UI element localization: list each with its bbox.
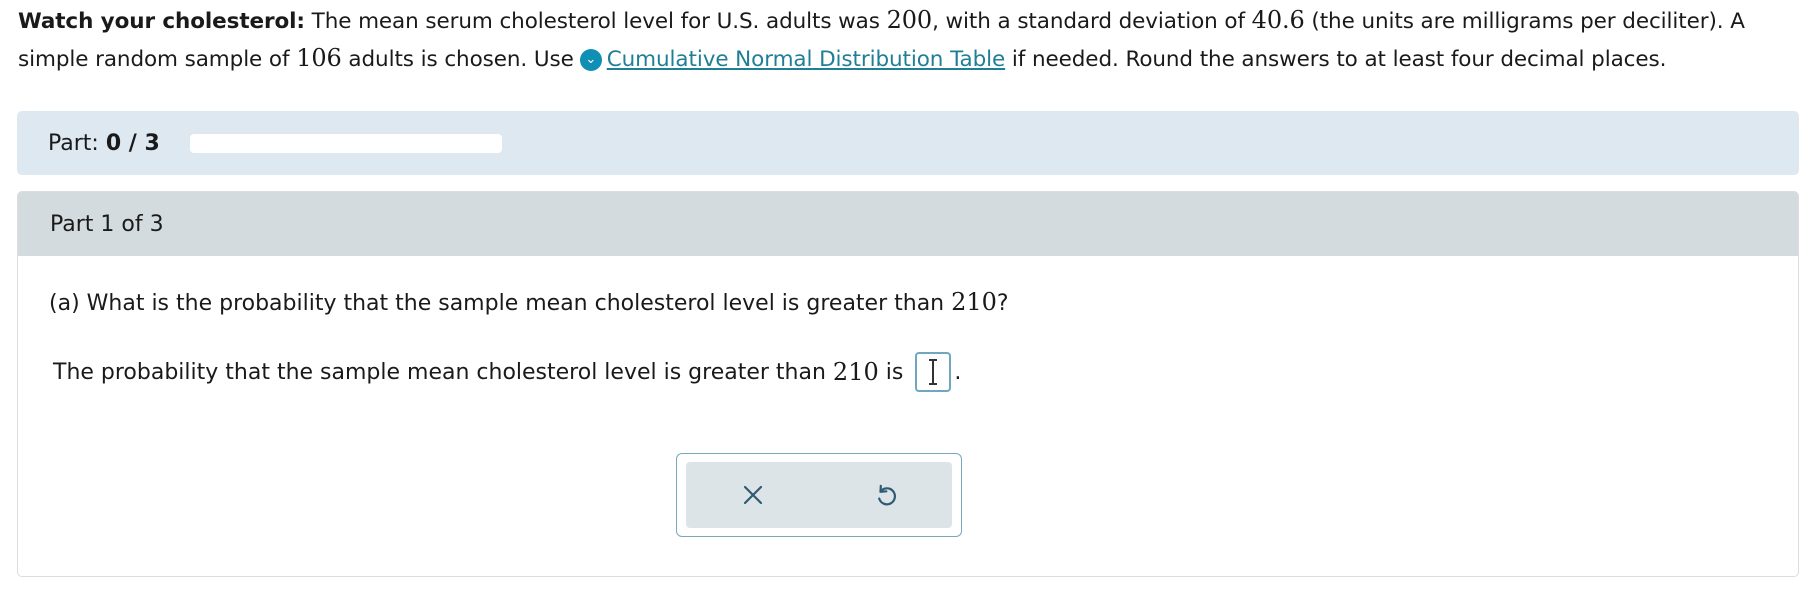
undo-icon [877,484,896,506]
question-value: 210 [951,288,997,316]
close-icon [743,485,762,505]
mean-value: 200 [886,6,933,34]
answer-prefix: The probability that the sample mean cho… [53,359,833,385]
answer-input[interactable] [915,352,952,392]
undo-button[interactable] [866,475,906,515]
question-text: (a) What is the probability that the sam… [49,288,1009,316]
problem-text-4: adults is chosen. Use [341,47,574,72]
question-prefix: (a) What is the probability that the sam… [49,291,952,316]
answer-suffix: . [954,359,962,385]
progress-track [189,133,502,153]
answer-mid: is [878,359,904,385]
problem-text-1: The mean serum cholesterol level for U.S… [304,9,887,34]
text-cursor-icon [929,359,938,385]
problem-statement: Watch your cholesterol: The mean serum c… [18,2,1808,78]
progress-value: 0 / 3 [105,130,160,156]
question-suffix: ? [996,291,1009,316]
sd-value: 40.6 [1251,6,1305,34]
progress-label: Part: 0 / 3 [48,131,160,156]
progress-label-text: Part: [48,130,106,156]
answer-value: 210 [832,358,879,386]
sample-size-value: 106 [296,44,342,72]
progress-bar: Part: 0 / 3 [17,111,1799,175]
answer-tools-inner [686,462,952,528]
answer-line: The probability that the sample mean cho… [53,352,961,392]
normal-table-link[interactable]: Cumulative Normal Distribution Table [607,47,1006,72]
part-header: Part 1 of 3 [18,192,1798,256]
answer-tools [676,453,962,537]
problem-title: Watch your cholesterol: [18,9,305,34]
problem-text-2: , with a standard deviation of [932,9,1252,34]
problem-text-5: if needed. Round the answers to at least… [1005,47,1667,72]
clear-button[interactable] [733,475,773,515]
part-card: Part 1 of 3 (a) What is the probability … [17,191,1799,577]
chevron-down-circle-icon[interactable]: ⌄ [579,49,602,71]
